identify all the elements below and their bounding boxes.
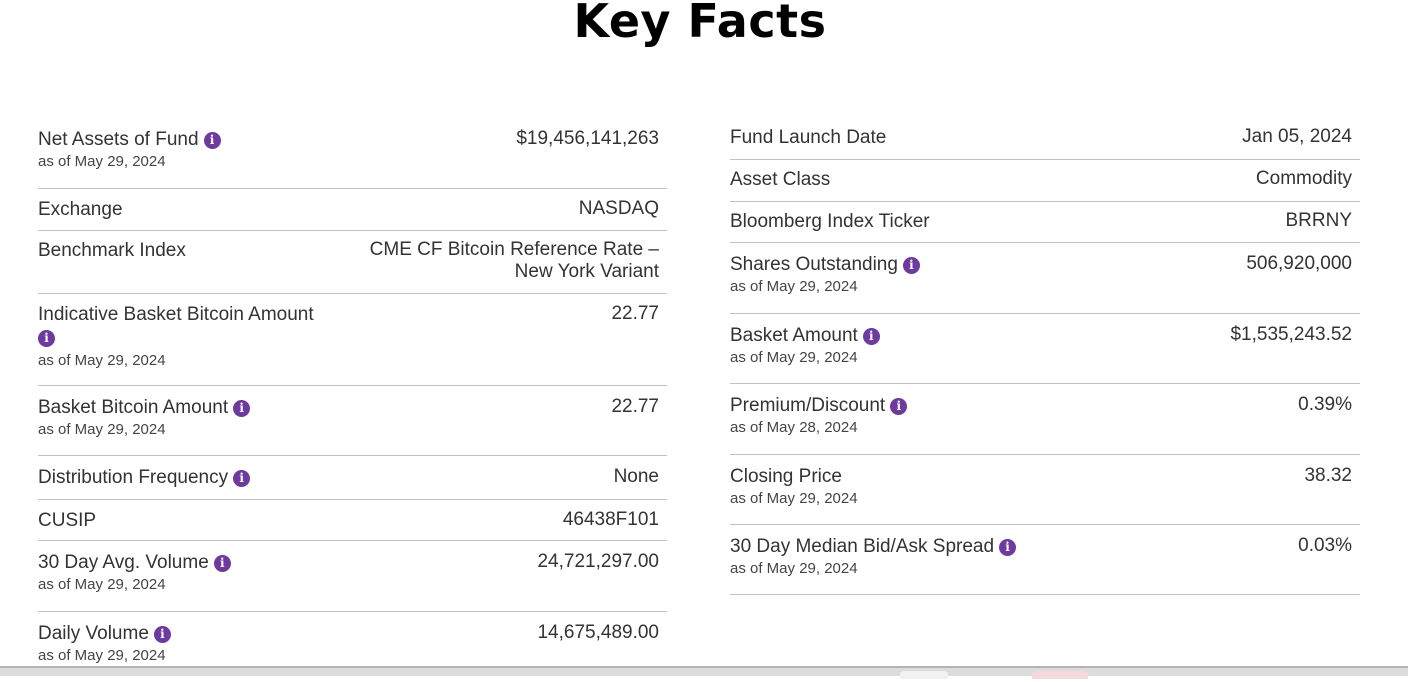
fact-label: Premium/Discount bbox=[730, 395, 886, 416]
info-icon[interactable]: i bbox=[213, 555, 231, 572]
fact-label: Daily Volume bbox=[38, 623, 149, 644]
toolbar-button[interactable] bbox=[900, 671, 948, 679]
fact-value: CME CF Bitcoin Reference Rate – New York… bbox=[370, 239, 667, 283]
page-title: Key Facts bbox=[573, 0, 827, 48]
fact-as-of-date: as of May 29, 2024 bbox=[38, 576, 166, 593]
fact-label: Bloomberg Index Ticker bbox=[730, 211, 930, 232]
fact-row-cusip: CUSIP 46438F101 bbox=[38, 500, 667, 541]
fact-value: Commodity bbox=[1255, 168, 1352, 189]
fact-row-30-day-median-bid-ask-spread: 30 Day Median Bid/Ask Spread i as of May … bbox=[730, 525, 1360, 595]
fact-row-basket-bitcoin-amount: Basket Bitcoin Amount i as of May 29, 202… bbox=[38, 386, 667, 456]
fact-label: Asset Class bbox=[730, 169, 831, 190]
fact-row-closing-price: Closing Price as of May 29, 2024 38.32 bbox=[730, 455, 1360, 525]
fact-value-line: New York Variant bbox=[514, 261, 659, 282]
fact-value: Jan 05, 2024 bbox=[1242, 126, 1352, 147]
fact-as-of-date: as of May 29, 2024 bbox=[730, 278, 858, 295]
fact-as-of-date: as of May 29, 2024 bbox=[38, 352, 166, 369]
info-icon[interactable]: i bbox=[233, 400, 251, 417]
fact-value: 0.39% bbox=[1298, 394, 1352, 415]
fact-as-of-date: as of May 29, 2024 bbox=[730, 490, 858, 507]
fact-as-of-date: as of May 29, 2024 bbox=[38, 153, 166, 170]
info-icon[interactable]: i bbox=[902, 257, 920, 274]
info-icon[interactable]: i bbox=[203, 132, 221, 149]
fact-row-30-day-avg-volume: 30 Day Avg. Volume i as of May 29, 2024 2… bbox=[38, 541, 667, 612]
fact-as-of-date: as of May 29, 2024 bbox=[38, 647, 166, 664]
fact-value-line: CME CF Bitcoin Reference Rate – bbox=[369, 239, 659, 260]
fact-label: Basket Bitcoin Amount bbox=[38, 397, 229, 418]
fact-value: BRRNY bbox=[1285, 210, 1352, 231]
bottom-toolbar bbox=[0, 666, 1408, 679]
fact-label: Exchange bbox=[38, 199, 123, 220]
fact-label: Closing Price bbox=[730, 466, 842, 487]
fact-value: NASDAQ bbox=[578, 198, 659, 219]
fact-row-asset-class: Asset Class Commodity bbox=[730, 160, 1360, 202]
fact-value: 46438F101 bbox=[562, 509, 659, 530]
key-facts-right-column: Fund Launch Date Jan 05, 2024 Asset Clas… bbox=[730, 118, 1360, 595]
fact-row-exchange: Exchange NASDAQ bbox=[38, 189, 667, 231]
fact-value: 0.03% bbox=[1298, 535, 1352, 556]
fact-label: Fund Launch Date bbox=[730, 127, 887, 148]
fact-label: Distribution Frequency bbox=[38, 467, 229, 488]
fact-row-shares-outstanding: Shares Outstanding i as of May 29, 2024 5… bbox=[730, 243, 1360, 314]
info-icon[interactable]: i bbox=[233, 470, 251, 487]
info-icon[interactable]: i bbox=[862, 328, 880, 345]
info-icon[interactable]: i bbox=[153, 626, 171, 643]
fact-label: Indicative Basket Bitcoin Amount bbox=[38, 304, 314, 325]
fact-row-net-assets: Net Assets of Fund i as of May 29, 2024 $… bbox=[38, 118, 667, 189]
fact-as-of-date: as of May 28, 2024 bbox=[730, 419, 858, 436]
fact-label: Shares Outstanding bbox=[730, 254, 898, 275]
info-icon[interactable]: i bbox=[38, 330, 55, 347]
fact-row-distribution-frequency: Distribution Frequency i None bbox=[38, 456, 667, 500]
fact-label: CUSIP bbox=[38, 510, 97, 531]
fact-row-indicative-basket-bitcoin-amount: Indicative Basket Bitcoin Amount i as of… bbox=[38, 294, 667, 386]
fact-value: $19,456,141,263 bbox=[516, 128, 659, 149]
fact-as-of-date: as of May 29, 2024 bbox=[730, 560, 858, 577]
fact-value: $1,535,243.52 bbox=[1230, 324, 1352, 345]
fact-row-bloomberg-index-ticker: Bloomberg Index Ticker BRRNY bbox=[730, 202, 1360, 243]
fact-row-fund-launch-date: Fund Launch Date Jan 05, 2024 bbox=[730, 118, 1360, 160]
fact-label: Benchmark Index bbox=[38, 240, 186, 261]
fact-value: 14,675,489.00 bbox=[537, 622, 659, 643]
fact-label: 30 Day Median Bid/Ask Spread bbox=[730, 536, 995, 557]
fact-value: 22.77 bbox=[611, 303, 659, 324]
fact-row-basket-amount: Basket Amount i as of May 29, 2024 $1,535… bbox=[730, 314, 1360, 384]
key-facts-left-column: Net Assets of Fund i as of May 29, 2024 $… bbox=[38, 118, 667, 682]
fact-value: 38.32 bbox=[1304, 465, 1352, 486]
info-icon[interactable]: i bbox=[999, 539, 1017, 556]
fact-value: 24,721,297.00 bbox=[537, 551, 659, 572]
info-icon[interactable]: i bbox=[890, 398, 908, 415]
toolbar-button[interactable] bbox=[1032, 671, 1088, 679]
fact-value: 22.77 bbox=[611, 396, 659, 417]
fact-value: 506,920,000 bbox=[1246, 253, 1352, 274]
fact-as-of-date: as of May 29, 2024 bbox=[730, 349, 858, 366]
fact-label: Net Assets of Fund bbox=[38, 129, 199, 150]
fact-as-of-date: as of May 29, 2024 bbox=[38, 421, 166, 438]
fact-row-benchmark-index: Benchmark Index CME CF Bitcoin Reference… bbox=[38, 231, 667, 294]
fact-label: Basket Amount bbox=[730, 325, 858, 346]
fact-row-premium-discount: Premium/Discount i as of May 28, 2024 0.3… bbox=[730, 384, 1360, 455]
fact-value: None bbox=[613, 466, 659, 487]
fact-label: 30 Day Avg. Volume bbox=[38, 552, 209, 573]
